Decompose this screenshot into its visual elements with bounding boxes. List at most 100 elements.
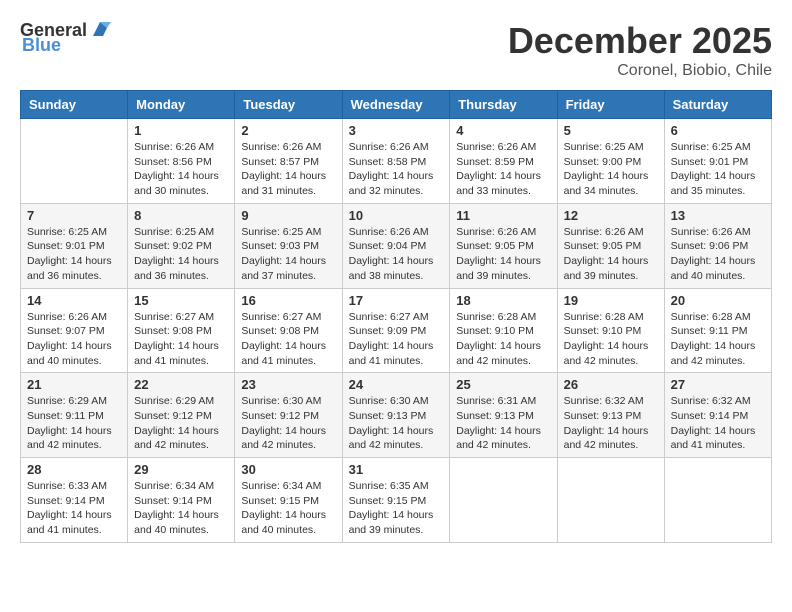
calendar-cell: 20 Sunrise: 6:28 AMSunset: 9:11 PMDayligh…	[664, 288, 771, 373]
day-info: Sunrise: 6:28 AMSunset: 9:10 PMDaylight:…	[456, 310, 550, 369]
day-number: 25	[456, 377, 550, 392]
day-info: Sunrise: 6:30 AMSunset: 9:12 PMDaylight:…	[241, 394, 335, 453]
weekday-header-tuesday: Tuesday	[235, 91, 342, 119]
calendar-cell: 6Sunrise: 6:25 AMSunset: 9:01 PMDaylight…	[664, 119, 771, 204]
weekday-header-saturday: Saturday	[664, 91, 771, 119]
calendar-cell: 2 Sunrise: 6:26 AMSunset: 8:57 PMDaylight…	[235, 119, 342, 204]
location-subtitle: Coronel, Biobio, Chile	[508, 62, 772, 80]
day-number: 6	[671, 123, 765, 138]
day-info: Sunrise: 6:30 AMSunset: 9:13 PMDaylight:…	[349, 394, 444, 453]
day-number: 5	[564, 123, 658, 138]
day-info: Sunrise: 6:26 AMSunset: 9:04 PMDaylight:…	[349, 225, 444, 284]
day-number: 11	[456, 208, 550, 223]
page-header: General Blue December 2025 Coronel, Biob…	[20, 20, 772, 80]
calendar-cell: 21 Sunrise: 6:29 AMSunset: 9:11 PMDayligh…	[21, 373, 128, 458]
day-info: Sunrise: 6:35 AMSunset: 9:15 PMDaylight:…	[349, 479, 444, 538]
day-number: 19	[564, 293, 658, 308]
calendar-cell: 16Sunrise: 6:27 AMSunset: 9:08 PMDayligh…	[235, 288, 342, 373]
logo: General Blue	[20, 20, 111, 56]
day-info: Sunrise: 6:26 AMSunset: 9:05 PMDaylight:…	[564, 225, 658, 284]
calendar-week-row: 28 Sunrise: 6:33 AMSunset: 9:14 PMDayligh…	[21, 458, 772, 543]
calendar-cell: 4 Sunrise: 6:26 AMSunset: 8:59 PMDaylight…	[450, 119, 557, 204]
calendar-cell: 29 Sunrise: 6:34 AMSunset: 9:14 PMDayligh…	[128, 458, 235, 543]
day-number: 10	[349, 208, 444, 223]
title-area: December 2025 Coronel, Biobio, Chile	[508, 20, 772, 80]
day-info: Sunrise: 6:28 AMSunset: 9:10 PMDaylight:…	[564, 310, 658, 369]
day-number: 15	[134, 293, 228, 308]
calendar-cell: 30Sunrise: 6:34 AMSunset: 9:15 PMDayligh…	[235, 458, 342, 543]
calendar-cell: 27Sunrise: 6:32 AMSunset: 9:14 PMDayligh…	[664, 373, 771, 458]
day-info: Sunrise: 6:27 AMSunset: 9:09 PMDaylight:…	[349, 310, 444, 369]
day-info: Sunrise: 6:25 AMSunset: 9:00 PMDaylight:…	[564, 140, 658, 199]
calendar-cell: 19 Sunrise: 6:28 AMSunset: 9:10 PMDayligh…	[557, 288, 664, 373]
day-number: 14	[27, 293, 121, 308]
calendar-cell	[21, 119, 128, 204]
calendar-cell: 28 Sunrise: 6:33 AMSunset: 9:14 PMDayligh…	[21, 458, 128, 543]
calendar-cell: 11 Sunrise: 6:26 AMSunset: 9:05 PMDayligh…	[450, 203, 557, 288]
day-info: Sunrise: 6:32 AMSunset: 9:14 PMDaylight:…	[671, 394, 765, 453]
calendar-cell: 3Sunrise: 6:26 AMSunset: 8:58 PMDaylight…	[342, 119, 450, 204]
day-number: 22	[134, 377, 228, 392]
calendar-cell: 7Sunrise: 6:25 AMSunset: 9:01 PMDaylight…	[21, 203, 128, 288]
day-number: 8	[134, 208, 228, 223]
day-number: 20	[671, 293, 765, 308]
calendar-week-row: 1 Sunrise: 6:26 AMSunset: 8:56 PMDaylight…	[21, 119, 772, 204]
calendar-cell: 8 Sunrise: 6:25 AMSunset: 9:02 PMDaylight…	[128, 203, 235, 288]
day-info: Sunrise: 6:26 AMSunset: 8:56 PMDaylight:…	[134, 140, 228, 199]
month-year-title: December 2025	[508, 20, 772, 62]
day-number: 13	[671, 208, 765, 223]
calendar-cell: 9 Sunrise: 6:25 AMSunset: 9:03 PMDaylight…	[235, 203, 342, 288]
day-info: Sunrise: 6:25 AMSunset: 9:02 PMDaylight:…	[134, 225, 228, 284]
day-number: 17	[349, 293, 444, 308]
calendar-cell: 14 Sunrise: 6:26 AMSunset: 9:07 PMDayligh…	[21, 288, 128, 373]
day-number: 28	[27, 462, 121, 477]
calendar-cell: 23 Sunrise: 6:30 AMSunset: 9:12 PMDayligh…	[235, 373, 342, 458]
day-number: 26	[564, 377, 658, 392]
day-number: 24	[349, 377, 444, 392]
weekday-header-sunday: Sunday	[21, 91, 128, 119]
day-info: Sunrise: 6:26 AMSunset: 9:06 PMDaylight:…	[671, 225, 765, 284]
calendar-cell: 1 Sunrise: 6:26 AMSunset: 8:56 PMDaylight…	[128, 119, 235, 204]
day-info: Sunrise: 6:26 AMSunset: 8:59 PMDaylight:…	[456, 140, 550, 199]
day-info: Sunrise: 6:26 AMSunset: 8:57 PMDaylight:…	[241, 140, 335, 199]
calendar-cell: 10 Sunrise: 6:26 AMSunset: 9:04 PMDayligh…	[342, 203, 450, 288]
day-info: Sunrise: 6:29 AMSunset: 9:11 PMDaylight:…	[27, 394, 121, 453]
day-number: 1	[134, 123, 228, 138]
calendar-cell: 26 Sunrise: 6:32 AMSunset: 9:13 PMDayligh…	[557, 373, 664, 458]
calendar-cell: 5 Sunrise: 6:25 AMSunset: 9:00 PMDaylight…	[557, 119, 664, 204]
calendar-cell: 31Sunrise: 6:35 AMSunset: 9:15 PMDayligh…	[342, 458, 450, 543]
day-info: Sunrise: 6:32 AMSunset: 9:13 PMDaylight:…	[564, 394, 658, 453]
weekday-header-wednesday: Wednesday	[342, 91, 450, 119]
calendar-cell: 22Sunrise: 6:29 AMSunset: 9:12 PMDayligh…	[128, 373, 235, 458]
day-info: Sunrise: 6:27 AMSunset: 9:08 PMDaylight:…	[241, 310, 335, 369]
day-info: Sunrise: 6:33 AMSunset: 9:14 PMDaylight:…	[27, 479, 121, 538]
calendar-cell	[664, 458, 771, 543]
day-number: 4	[456, 123, 550, 138]
calendar-cell: 24 Sunrise: 6:30 AMSunset: 9:13 PMDayligh…	[342, 373, 450, 458]
weekday-header-monday: Monday	[128, 91, 235, 119]
calendar-cell	[450, 458, 557, 543]
day-number: 29	[134, 462, 228, 477]
day-info: Sunrise: 6:34 AMSunset: 9:14 PMDaylight:…	[134, 479, 228, 538]
day-info: Sunrise: 6:26 AMSunset: 8:58 PMDaylight:…	[349, 140, 444, 199]
day-number: 23	[241, 377, 335, 392]
logo-icon	[89, 18, 111, 40]
calendar-week-row: 14 Sunrise: 6:26 AMSunset: 9:07 PMDayligh…	[21, 288, 772, 373]
day-info: Sunrise: 6:25 AMSunset: 9:01 PMDaylight:…	[27, 225, 121, 284]
day-info: Sunrise: 6:25 AMSunset: 9:03 PMDaylight:…	[241, 225, 335, 284]
day-number: 12	[564, 208, 658, 223]
day-info: Sunrise: 6:26 AMSunset: 9:05 PMDaylight:…	[456, 225, 550, 284]
calendar-cell: 12 Sunrise: 6:26 AMSunset: 9:05 PMDayligh…	[557, 203, 664, 288]
day-number: 21	[27, 377, 121, 392]
logo-blue: Blue	[22, 35, 61, 56]
weekday-header-row: SundayMondayTuesdayWednesdayThursdayFrid…	[21, 91, 772, 119]
day-number: 30	[241, 462, 335, 477]
day-info: Sunrise: 6:28 AMSunset: 9:11 PMDaylight:…	[671, 310, 765, 369]
calendar-cell: 17 Sunrise: 6:27 AMSunset: 9:09 PMDayligh…	[342, 288, 450, 373]
weekday-header-friday: Friday	[557, 91, 664, 119]
day-number: 2	[241, 123, 335, 138]
calendar-week-row: 21 Sunrise: 6:29 AMSunset: 9:11 PMDayligh…	[21, 373, 772, 458]
day-info: Sunrise: 6:26 AMSunset: 9:07 PMDaylight:…	[27, 310, 121, 369]
day-number: 9	[241, 208, 335, 223]
calendar-table: SundayMondayTuesdayWednesdayThursdayFrid…	[20, 90, 772, 543]
